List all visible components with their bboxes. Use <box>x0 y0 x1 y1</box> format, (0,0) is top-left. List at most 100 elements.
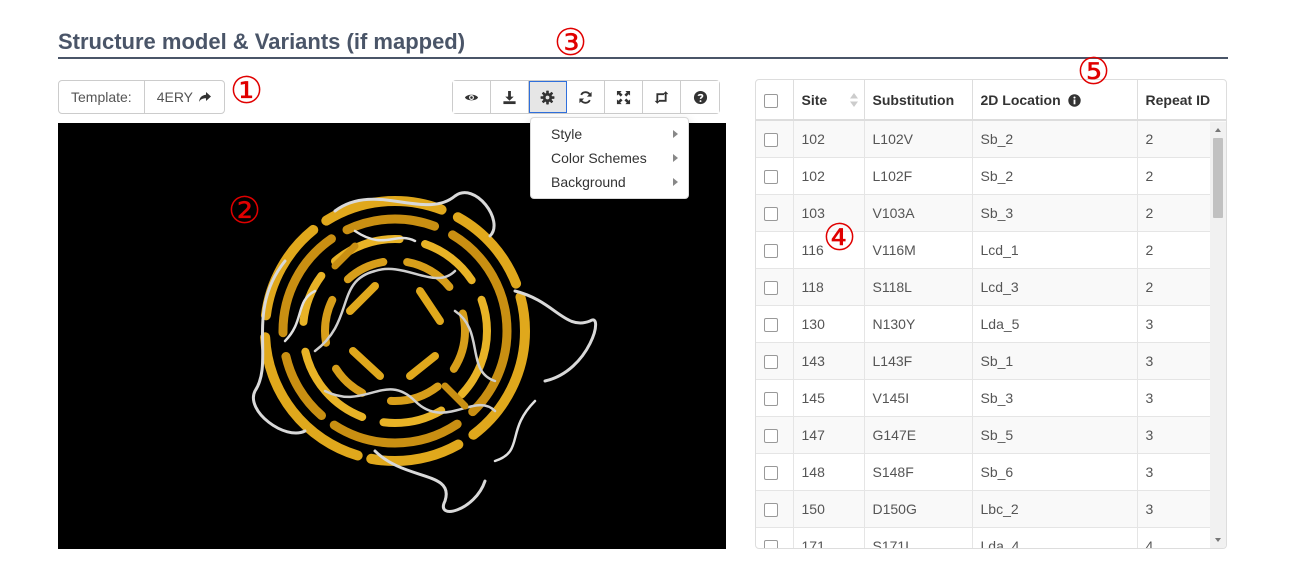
viewer-toolbar <box>452 80 720 114</box>
cell-2d-location: Sb_2 <box>972 156 1138 194</box>
retweet-icon <box>654 90 669 104</box>
annotation-marker-5: ⑤ <box>1077 50 1111 93</box>
row-checkbox[interactable] <box>764 539 778 548</box>
table-row[interactable]: 148 S148F Sb_6 3 <box>756 452 1226 490</box>
cell-site: 143 <box>793 341 865 379</box>
cell-2d-location: Sb_5 <box>972 415 1138 453</box>
column-label: Substitution <box>872 91 955 108</box>
menu-item-style[interactable]: Style <box>531 122 688 146</box>
rotate-button[interactable] <box>643 81 681 113</box>
row-checkbox[interactable] <box>764 391 778 406</box>
row-checkbox[interactable] <box>764 169 778 184</box>
row-checkbox[interactable] <box>764 132 778 147</box>
row-checkbox[interactable] <box>764 465 778 480</box>
submenu-caret-icon <box>673 178 678 186</box>
cell-site: 130 <box>793 304 865 342</box>
table-row[interactable]: 147 G147E Sb_5 3 <box>756 415 1226 453</box>
refresh-icon <box>579 90 592 104</box>
eye-icon <box>464 94 479 100</box>
column-header-substitution[interactable]: Substitution <box>864 80 973 121</box>
template-link[interactable]: 4ERY <box>145 81 224 113</box>
cell-substitution: V116M <box>864 230 973 268</box>
cell-substitution: L102F <box>864 156 973 194</box>
cell-site: 118 <box>793 267 865 305</box>
help-button[interactable] <box>681 81 719 113</box>
cell-2d-location: Lcd_1 <box>972 230 1138 268</box>
table-row[interactable]: 143 L143F Sb_1 3 <box>756 341 1226 379</box>
cell-2d-location: Sb_6 <box>972 452 1138 490</box>
cell-2d-location: Lbc_2 <box>972 489 1138 527</box>
cell-substitution: D150G <box>864 489 973 527</box>
annotation-marker-4: ④ <box>823 216 857 259</box>
sort-icon[interactable] <box>849 93 858 107</box>
row-checkbox[interactable] <box>764 280 778 295</box>
cell-site: 102 <box>793 119 865 157</box>
cell-substitution: L143F <box>864 341 973 379</box>
refresh-button[interactable] <box>567 81 605 113</box>
info-icon[interactable] <box>1067 93 1081 107</box>
table-row[interactable]: 130 N130Y Lda_5 3 <box>756 304 1226 342</box>
cell-substitution: V145I <box>864 378 973 416</box>
gear-icon <box>540 90 555 104</box>
cell-site: 147 <box>793 415 865 453</box>
table-row[interactable]: 171 S171L Lda_4 4 <box>756 526 1226 548</box>
annotation-marker-3: ③ <box>554 21 588 64</box>
row-checkbox[interactable] <box>764 317 778 332</box>
download-icon <box>503 90 516 104</box>
variants-table-panel: Site Substitution 2D Location Repeat ID … <box>755 79 1227 549</box>
help-icon <box>693 90 707 104</box>
row-checkbox[interactable] <box>764 243 778 258</box>
row-checkbox[interactable] <box>764 354 778 369</box>
cell-substitution: S171L <box>864 526 973 548</box>
menu-item-label: Color Schemes <box>551 150 647 166</box>
menu-item-color-schemes[interactable]: Color Schemes <box>531 146 688 170</box>
share-arrow-icon <box>199 92 212 102</box>
download-button[interactable] <box>491 81 529 113</box>
table-row[interactable]: 145 V145I Sb_3 3 <box>756 378 1226 416</box>
column-header-repeat-id[interactable]: Repeat ID <box>1137 80 1226 121</box>
submenu-caret-icon <box>673 130 678 138</box>
cell-substitution: N130Y <box>864 304 973 342</box>
row-checkbox[interactable] <box>764 502 778 517</box>
cell-site: 148 <box>793 452 865 490</box>
cell-2d-location: Lda_5 <box>972 304 1138 342</box>
scroll-up-arrow-icon[interactable] <box>1215 128 1221 132</box>
template-id: 4ERY <box>156 89 194 105</box>
table-row[interactable]: 102 L102V Sb_2 2 <box>756 119 1226 157</box>
annotation-marker-1: ① <box>230 69 264 112</box>
row-checkbox[interactable] <box>764 206 778 221</box>
column-label: Repeat ID <box>1145 91 1211 108</box>
scroll-thumb[interactable] <box>1213 138 1223 218</box>
cell-2d-location: Sb_2 <box>972 119 1138 157</box>
submenu-caret-icon <box>673 154 678 162</box>
scroll-down-arrow-icon[interactable] <box>1215 538 1221 542</box>
table-row[interactable]: 150 D150G Lbc_2 3 <box>756 489 1226 527</box>
menu-item-background[interactable]: Background <box>531 170 688 194</box>
table-row[interactable]: 102 L102F Sb_2 2 <box>756 156 1226 194</box>
template-label: Template: <box>59 81 145 113</box>
select-all-header <box>756 80 794 121</box>
select-all-checkbox[interactable] <box>764 93 778 108</box>
column-header-2d-location[interactable]: 2D Location <box>972 80 1138 121</box>
cell-substitution: V103A <box>864 193 973 231</box>
table-row[interactable]: 118 S118L Lcd_3 2 <box>756 267 1226 305</box>
cell-2d-location: Lda_4 <box>972 526 1138 548</box>
column-header-site[interactable]: Site <box>793 80 865 121</box>
title-divider <box>58 57 1228 59</box>
settings-dropdown: Style Color Schemes Background <box>530 117 689 199</box>
cell-2d-location: Lcd_3 <box>972 267 1138 305</box>
cell-substitution: S148F <box>864 452 973 490</box>
cell-substitution: S118L <box>864 267 973 305</box>
row-checkbox[interactable] <box>764 428 778 443</box>
cell-site: 171 <box>793 526 865 548</box>
cell-site: 145 <box>793 378 865 416</box>
fullscreen-button[interactable] <box>605 81 643 113</box>
menu-item-label: Background <box>551 174 626 190</box>
settings-button[interactable] <box>529 81 567 113</box>
variants-table: Site Substitution 2D Location Repeat ID … <box>756 80 1226 548</box>
menu-item-label: Style <box>551 126 583 142</box>
table-header-row: Site Substitution 2D Location Repeat ID <box>756 80 1226 121</box>
table-scrollbar[interactable] <box>1210 122 1226 548</box>
cell-site: 102 <box>793 156 865 194</box>
toggle-view-button[interactable] <box>453 81 491 113</box>
